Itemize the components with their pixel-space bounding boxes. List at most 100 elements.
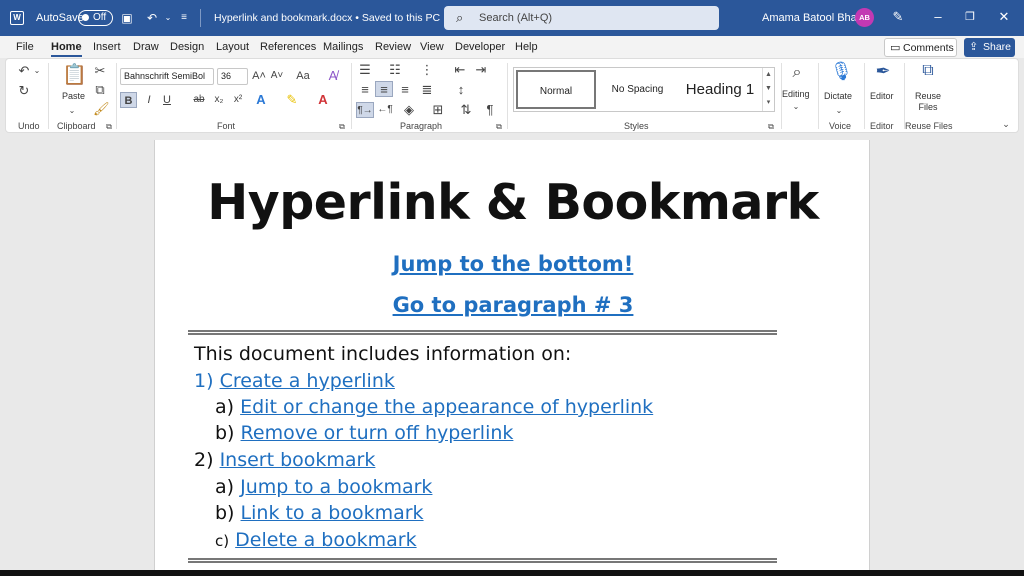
superscript-icon[interactable]: x²	[231, 92, 245, 108]
reuse-files-icon[interactable]: ⧉	[917, 63, 939, 79]
decrease-indent-icon[interactable]: ⇤	[452, 62, 468, 78]
tab-view[interactable]: View	[420, 41, 444, 53]
rtl-icon[interactable]: ←¶	[377, 102, 393, 118]
ltr-icon[interactable]: ¶→	[356, 102, 374, 118]
autosave-toggle[interactable]: Off	[78, 10, 113, 26]
paste-dropdown-icon[interactable]: ⌄	[66, 103, 78, 119]
clipboard-launcher-icon[interactable]: ⧉	[104, 119, 114, 135]
styles-more-icon[interactable]: ▾	[763, 96, 774, 110]
font-launcher-icon[interactable]: ⧉	[337, 119, 347, 135]
undo-dropdown-icon[interactable]: ⌄	[161, 11, 175, 25]
multilevel-list-icon[interactable]: ⋮	[418, 62, 436, 78]
save-icon[interactable]: ▣	[120, 11, 134, 25]
minimize-icon[interactable]: –	[930, 9, 946, 25]
grow-font-icon[interactable]: A˄	[252, 68, 266, 84]
numbering-icon[interactable]: ☷	[386, 62, 404, 78]
undo-quick-icon[interactable]: ↶	[145, 11, 159, 25]
line-spacing-icon[interactable]: ↕	[452, 82, 470, 98]
dictate-dropdown-icon[interactable]: ⌄	[833, 103, 845, 119]
tab-developer[interactable]: Developer	[455, 41, 505, 53]
restore-icon[interactable]: ❐	[962, 9, 978, 25]
justify-icon[interactable]: ≣	[419, 82, 435, 98]
styles-down-icon[interactable]: ▼	[763, 82, 774, 96]
styles-scroll[interactable]: ▲ ▼ ▾	[762, 68, 774, 111]
close-icon[interactable]: ✕	[996, 9, 1012, 25]
editor-label[interactable]: Editor	[870, 91, 894, 101]
link-paragraph-3[interactable]: Go to paragraph # 3	[155, 293, 871, 317]
strikethrough-icon[interactable]: ab	[192, 92, 206, 108]
styles-launcher-icon[interactable]: ⧉	[766, 119, 776, 135]
list-link[interactable]: Link to a bookmark	[241, 502, 424, 524]
paragraph-launcher-icon[interactable]: ⧉	[494, 119, 504, 135]
document-page[interactable]: Hyperlink & Bookmark Jump to the bottom!…	[154, 140, 870, 576]
tab-home[interactable]: Home	[51, 41, 82, 57]
list-link[interactable]: Delete a bookmark	[235, 529, 416, 551]
list-link[interactable]: Remove or turn off hyperlink	[241, 422, 514, 444]
undo-arrow-icon[interactable]: ⌄	[32, 63, 42, 79]
copy-icon[interactable]: ⧉	[93, 82, 107, 98]
clear-formatting-icon[interactable]: A̸	[326, 68, 340, 84]
list-link[interactable]: Edit or change the appearance of hyperli…	[240, 396, 653, 418]
list-link[interactable]: Jump to a bookmark	[240, 476, 432, 498]
align-left-icon[interactable]: ≡	[357, 82, 373, 98]
editing-dropdown-icon[interactable]: ⌄	[790, 99, 802, 115]
tab-layout[interactable]: Layout	[216, 41, 249, 53]
style-heading-1[interactable]: Heading 1	[678, 70, 762, 109]
search-box[interactable]: ⌕ Search (Alt+Q)	[444, 6, 719, 30]
microphone-icon[interactable]: 🎙	[830, 62, 853, 80]
sort-icon[interactable]: ⇅	[459, 102, 473, 118]
text-effects-icon[interactable]: A	[253, 92, 269, 108]
format-painter-icon[interactable]: 🖌	[93, 101, 110, 117]
customize-toolbar-icon[interactable]: ≡	[177, 11, 191, 25]
list-link[interactable]: Create a hyperlink	[220, 370, 395, 392]
subscript-icon[interactable]: x₂	[212, 92, 226, 108]
bullets-icon[interactable]: ☰	[356, 62, 374, 78]
underline-icon[interactable]: U	[160, 92, 174, 108]
tab-draw[interactable]: Draw	[133, 41, 159, 53]
reuse-files-label[interactable]: Reuse Files	[915, 91, 941, 113]
find-icon[interactable]: ⌕	[787, 65, 807, 81]
dictate-label[interactable]: Dictate	[824, 91, 852, 101]
bold-icon[interactable]: B	[120, 92, 137, 108]
style-normal[interactable]: Normal	[516, 70, 596, 109]
cut-icon[interactable]: ✂	[93, 63, 107, 79]
increase-indent-icon[interactable]: ⇥	[473, 62, 489, 78]
font-name-box[interactable]: Bahnschrift SemiBol	[120, 68, 214, 85]
editing-label[interactable]: Editing	[782, 89, 810, 99]
editor-icon[interactable]: ✒	[872, 62, 894, 80]
collapse-ribbon-icon[interactable]: ⌄	[1000, 116, 1012, 132]
tab-help[interactable]: Help	[515, 41, 538, 53]
align-right-icon[interactable]: ≡	[397, 82, 413, 98]
share-button[interactable]: ⇪ Share	[964, 38, 1015, 57]
styles-up-icon[interactable]: ▲	[763, 68, 774, 82]
borders-icon[interactable]: ⊞	[430, 102, 446, 118]
user-name[interactable]: Amama Batool Bhatti	[762, 12, 865, 24]
paste-label[interactable]: Paste	[62, 91, 85, 101]
comments-button[interactable]: ▭ Comments	[884, 38, 957, 57]
tab-file[interactable]: File	[16, 41, 34, 53]
italic-icon[interactable]: I	[142, 92, 156, 108]
tab-insert[interactable]: Insert	[93, 41, 121, 53]
tab-review[interactable]: Review	[375, 41, 411, 53]
undo-icon[interactable]: ↶	[16, 63, 32, 79]
shrink-font-icon[interactable]: A˅	[270, 68, 284, 84]
paragraph-group-label: Paragraph	[400, 121, 443, 131]
change-case-icon[interactable]: Aa	[292, 68, 314, 84]
font-color-icon[interactable]: A	[315, 92, 331, 108]
highlight-icon[interactable]: ✎	[284, 92, 300, 108]
align-center-icon[interactable]: ≡	[375, 81, 393, 97]
show-marks-icon[interactable]: ¶	[483, 102, 497, 118]
tab-design[interactable]: Design	[170, 41, 204, 53]
list-link[interactable]: Insert bookmark	[220, 449, 376, 471]
style-no-spacing[interactable]: No Spacing	[600, 70, 675, 109]
font-size-box[interactable]: 36	[217, 68, 248, 85]
pen-icon[interactable]: ✎	[890, 9, 906, 25]
paste-icon[interactable]: 📋	[62, 63, 87, 87]
avatar[interactable]: AB	[855, 8, 874, 27]
link-jump-bottom[interactable]: Jump to the bottom!	[155, 252, 871, 276]
shading-icon[interactable]: ◈	[401, 102, 417, 118]
tab-mailings[interactable]: Mailings	[323, 41, 363, 53]
redo-icon[interactable]: ↻	[16, 83, 32, 99]
document-title[interactable]: Hyperlink and bookmark.docx • Saved to t…	[214, 12, 452, 24]
tab-references[interactable]: References	[260, 41, 316, 53]
